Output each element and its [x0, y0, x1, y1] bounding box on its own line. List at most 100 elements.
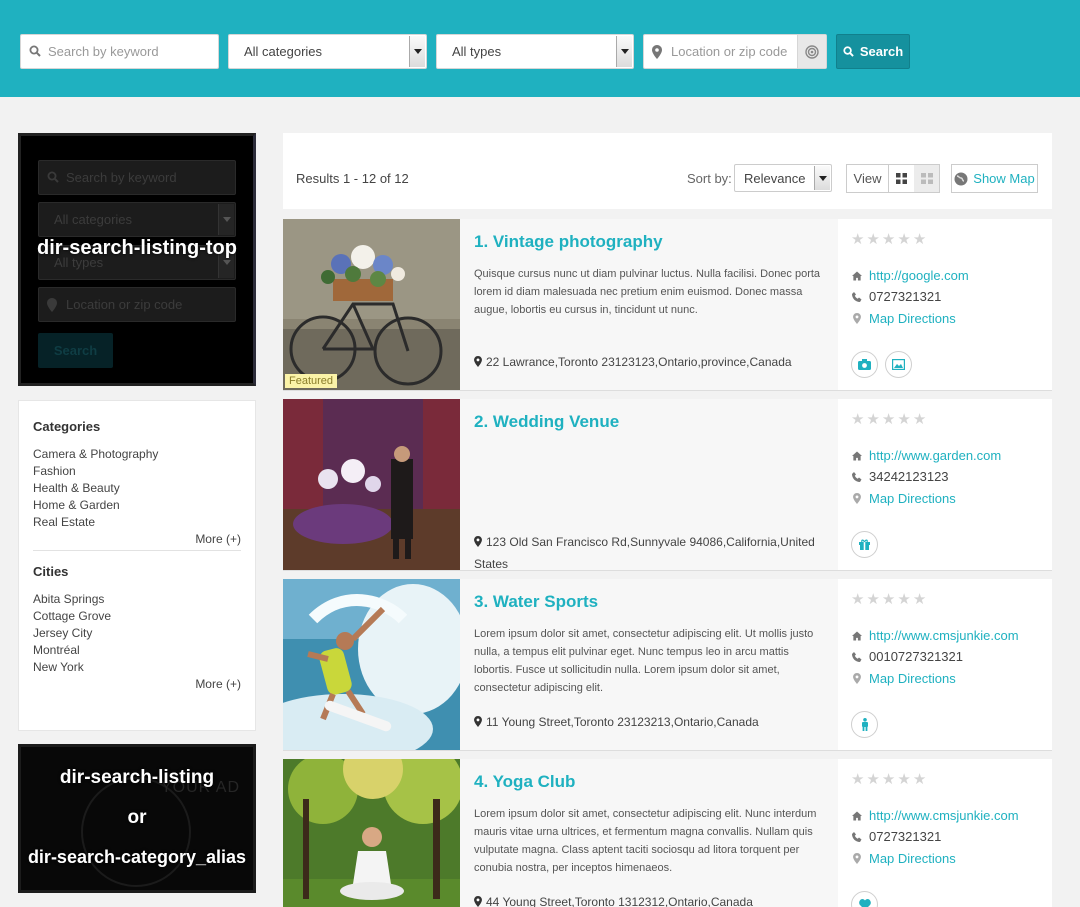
- chevron-down-icon[interactable]: [814, 166, 830, 190]
- listing-photo[interactable]: [283, 759, 460, 907]
- listing-address-text: 44 Young Street,Toronto 1312312,Ontario,…: [486, 895, 753, 907]
- listing-contact: ★ ★ ★ ★ ★ http://www.cmsjunkie.com 072732132…: [838, 759, 1052, 907]
- categories-more-link[interactable]: More (+): [33, 532, 241, 546]
- star-icon[interactable]: ★: [882, 232, 895, 248]
- star-icon[interactable]: ★: [897, 412, 910, 428]
- star-icon[interactable]: ★: [913, 592, 926, 608]
- listing-details: 4. Yoga Club Lorem ipsum dolor sit amet,…: [460, 759, 838, 907]
- listing-directions-text: Map Directions: [869, 851, 956, 866]
- chevron-down-icon[interactable]: [409, 36, 425, 67]
- star-icon[interactable]: ★: [897, 592, 910, 608]
- category-select-value: All categories: [244, 44, 323, 59]
- grid-view-button[interactable]: [889, 165, 914, 192]
- home-icon: [852, 450, 862, 461]
- gallery-feature-button[interactable]: [885, 351, 912, 378]
- rating-stars[interactable]: ★ ★ ★ ★ ★: [851, 412, 926, 428]
- listing-address-text: 22 Lawrance,Toronto 23123123,Ontario,pro…: [486, 355, 792, 369]
- city-filter-item[interactable]: Abita Springs: [33, 591, 241, 608]
- listing-photo[interactable]: [283, 399, 460, 570]
- listing-directions[interactable]: Map Directions: [852, 851, 956, 866]
- heart-feature-button[interactable]: [851, 891, 878, 907]
- star-icon[interactable]: ★: [866, 772, 879, 788]
- listing-website[interactable]: http://www.cmsjunkie.com: [852, 808, 1019, 823]
- listing-row: 3. Water Sports Lorem ipsum dolor sit am…: [283, 579, 1052, 751]
- sort-select[interactable]: Relevance: [734, 164, 832, 192]
- listing-photo[interactable]: [283, 579, 460, 750]
- listing-directions[interactable]: Map Directions: [852, 311, 956, 326]
- star-icon[interactable]: ★: [897, 772, 910, 788]
- star-icon[interactable]: ★: [882, 412, 895, 428]
- star-icon[interactable]: ★: [882, 592, 895, 608]
- map-pin-icon: [474, 716, 482, 727]
- star-icon[interactable]: ★: [866, 412, 879, 428]
- geolocate-button[interactable]: [797, 35, 826, 68]
- star-icon[interactable]: ★: [913, 412, 926, 428]
- star-icon[interactable]: ★: [851, 592, 864, 608]
- ghost-location-text: Location or zip code: [66, 297, 183, 312]
- chevron-down-icon[interactable]: [616, 36, 632, 67]
- listing-title[interactable]: 1. Vintage photography: [474, 232, 663, 252]
- listing-directions-text: Map Directions: [869, 671, 956, 686]
- listing-directions[interactable]: Map Directions: [852, 491, 956, 506]
- location-input[interactable]: Location or zip code: [643, 34, 827, 69]
- listing-title[interactable]: 2. Wedding Venue: [474, 412, 619, 432]
- rating-stars[interactable]: ★ ★ ★ ★ ★: [851, 592, 926, 608]
- listing-title[interactable]: 4. Yoga Club: [474, 772, 575, 792]
- star-icon[interactable]: ★: [851, 232, 864, 248]
- cities-more-link[interactable]: More (+): [33, 677, 241, 691]
- category-select[interactable]: All categories: [228, 34, 427, 69]
- star-icon[interactable]: ★: [913, 232, 926, 248]
- star-icon[interactable]: ★: [866, 592, 879, 608]
- show-map-button[interactable]: Show Map: [951, 164, 1038, 193]
- sort-label: Sort by:: [687, 171, 732, 186]
- city-filter-item[interactable]: New York: [33, 659, 241, 676]
- listing-description: Quisque cursus nunc ut diam pulvinar luc…: [474, 268, 821, 316]
- rating-stars[interactable]: ★ ★ ★ ★ ★: [851, 772, 926, 788]
- search-button[interactable]: Search: [836, 34, 910, 69]
- star-icon[interactable]: ★: [897, 232, 910, 248]
- city-filter-item[interactable]: Cottage Grove: [33, 608, 241, 625]
- listing-website[interactable]: http://www.garden.com: [852, 448, 1001, 463]
- star-icon[interactable]: ★: [866, 232, 879, 248]
- gift-icon: [859, 539, 870, 550]
- listing-photo[interactable]: Featured: [283, 219, 460, 390]
- listing-contact: ★ ★ ★ ★ ★ http://google.com 0727321321 Map D…: [838, 219, 1052, 390]
- city-filter-item[interactable]: Montréal: [33, 642, 241, 659]
- listing-phone: 0727321321: [852, 289, 941, 304]
- listing-website[interactable]: http://www.cmsjunkie.com: [852, 628, 1019, 643]
- person-feature-button[interactable]: [851, 711, 878, 738]
- listing-description: Lorem ipsum dolor sit amet, consectetur …: [474, 808, 817, 874]
- rating-stars[interactable]: ★ ★ ★ ★ ★: [851, 232, 926, 248]
- ghost-category-select: All categories: [38, 202, 236, 237]
- camera-icon: [858, 359, 871, 370]
- camera-feature-button[interactable]: [851, 351, 878, 378]
- gift-feature-button[interactable]: [851, 531, 878, 558]
- listing-address-text: 123 Old San Francisco Rd,Sunnyvale 94086…: [474, 535, 815, 571]
- listing-details: 3. Water Sports Lorem ipsum dolor sit am…: [460, 579, 838, 750]
- listing-directions[interactable]: Map Directions: [852, 671, 956, 686]
- sort-select-value: Relevance: [744, 170, 806, 186]
- featured-badge: Featured: [285, 374, 338, 388]
- star-icon[interactable]: ★: [913, 772, 926, 788]
- filters-divider: [33, 550, 241, 551]
- city-filter-item[interactable]: Jersey City: [33, 625, 241, 642]
- category-filter-item[interactable]: Home & Garden: [33, 497, 241, 514]
- keyword-search-input[interactable]: Search by keyword: [20, 34, 219, 69]
- type-select[interactable]: All types: [436, 34, 634, 69]
- star-icon[interactable]: ★: [851, 412, 864, 428]
- category-filter-item[interactable]: Real Estate: [33, 514, 241, 531]
- grid-icon: [896, 173, 907, 184]
- top-search-bar: Search by keyword All categories All typ…: [0, 0, 1080, 97]
- listing-title[interactable]: 3. Water Sports: [474, 592, 598, 612]
- category-filter-item[interactable]: Camera & Photography: [33, 446, 241, 463]
- home-icon: [852, 810, 862, 821]
- star-icon[interactable]: ★: [882, 772, 895, 788]
- listing-website[interactable]: http://google.com: [852, 268, 969, 283]
- category-filter-item[interactable]: Fashion: [33, 463, 241, 480]
- list-view-button[interactable]: [914, 165, 939, 192]
- category-filter-item[interactable]: Health & Beauty: [33, 480, 241, 497]
- listing-directions-text: Map Directions: [869, 491, 956, 506]
- star-icon[interactable]: ★: [851, 772, 864, 788]
- listing-contact: ★ ★ ★ ★ ★ http://www.garden.com 34242123123 …: [838, 399, 1052, 570]
- keyword-placeholder: Search by keyword: [48, 44, 159, 59]
